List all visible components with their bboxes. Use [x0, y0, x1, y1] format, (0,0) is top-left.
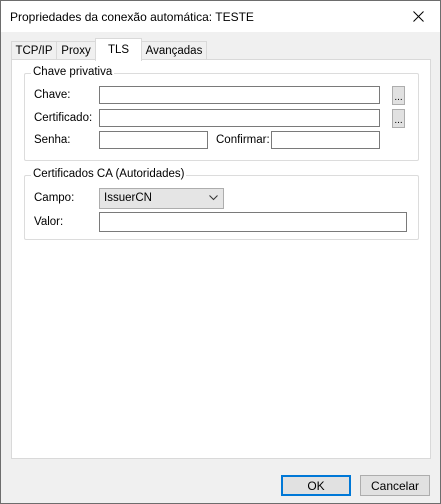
close-icon: [412, 11, 424, 22]
key-input[interactable]: [99, 86, 380, 104]
certificate-browse-button[interactable]: ...: [392, 109, 405, 128]
tab-label: Avançadas: [145, 45, 203, 57]
tab-label: TCP/IP: [15, 45, 53, 57]
ca-certificates-group: Certificados CA (Autoridades) Campo: Iss…: [24, 168, 419, 240]
tab-label: TLS: [107, 44, 130, 56]
title-bar: Propriedades da conexão automática: TEST…: [1, 1, 440, 32]
window-title: Propriedades da conexão automática: TEST…: [10, 10, 254, 24]
dialog-window: Propriedades da conexão automática: TEST…: [0, 0, 441, 504]
browse-label: ...: [394, 115, 403, 126]
ok-label: OK: [307, 478, 325, 493]
confirm-input[interactable]: [271, 131, 380, 149]
value-label: Valor:: [34, 216, 64, 228]
tab-advanced[interactable]: Avançadas: [141, 41, 207, 60]
confirm-label: Confirmar:: [216, 134, 270, 146]
ca-certificates-legend: Certificados CA (Autoridades): [31, 168, 187, 180]
value-input[interactable]: [99, 212, 407, 232]
chevron-down-icon: [209, 195, 218, 201]
cancel-button[interactable]: Cancelar: [360, 475, 430, 496]
tab-proxy[interactable]: Proxy: [56, 41, 96, 60]
private-key-group: Chave privativa Chave: ... Certificado: …: [24, 66, 419, 161]
key-label: Chave:: [34, 89, 71, 101]
tab-panel-tls: Chave privativa Chave: ... Certificado: …: [11, 59, 431, 459]
close-button[interactable]: [396, 1, 440, 32]
tab-label: Proxy: [61, 45, 91, 57]
key-browse-button[interactable]: ...: [392, 86, 405, 105]
field-select[interactable]: IssuerCN: [99, 188, 224, 209]
browse-label: ...: [394, 92, 403, 103]
ok-button[interactable]: OK: [281, 475, 351, 496]
certificate-label: Certificado:: [34, 112, 93, 124]
password-input[interactable]: [99, 131, 208, 149]
tab-tcpip[interactable]: TCP/IP: [11, 41, 57, 60]
cancel-label: Cancelar: [370, 478, 420, 493]
private-key-legend: Chave privativa: [31, 66, 115, 78]
field-label: Campo:: [34, 192, 75, 204]
certificate-input[interactable]: [99, 109, 380, 127]
field-select-value: IssuerCN: [104, 192, 152, 204]
password-label: Senha:: [34, 134, 71, 146]
tab-tls[interactable]: TLS: [95, 38, 142, 61]
